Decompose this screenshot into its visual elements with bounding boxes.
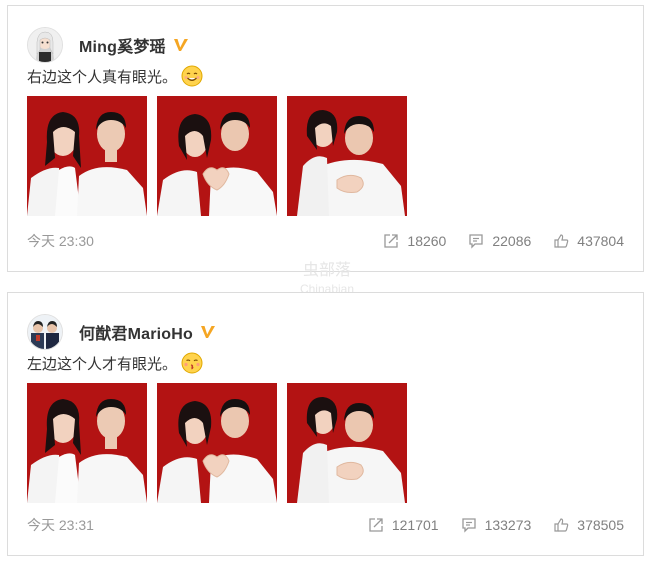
- kiss-emoji-icon: [181, 352, 203, 374]
- post-content: 左边这个人才有眼光。: [27, 352, 203, 374]
- post-text: 左边这个人才有眼光。: [27, 355, 178, 373]
- repost-count: 18260: [407, 233, 447, 249]
- like-count: 378505: [577, 517, 624, 533]
- couple-photo-2[interactable]: [157, 383, 277, 503]
- comment-count: 133273: [484, 517, 532, 533]
- repost-button[interactable]: 121701: [368, 517, 439, 533]
- like-count: 437804: [577, 233, 624, 249]
- couple-photo-1[interactable]: [27, 96, 147, 216]
- comment-count: 22086: [492, 233, 532, 249]
- post-footer: 今天 23:30 18260 22086 437804: [27, 231, 624, 251]
- photo-grid: [27, 96, 407, 216]
- weibo-post-card: Ming奚梦瑶 右边这个人真有眼光。 今天 23:30 18260 22086 …: [7, 5, 644, 272]
- post-header: Ming奚梦瑶: [27, 25, 190, 65]
- repost-button[interactable]: 18260: [383, 233, 446, 249]
- repost-icon: [369, 518, 383, 532]
- thumbs-up-icon: [554, 518, 569, 532]
- repost-count: 121701: [391, 517, 439, 533]
- comment-button[interactable]: 133273: [461, 517, 532, 533]
- couple-photo-3[interactable]: [287, 96, 407, 216]
- user-avatar[interactable]: [27, 27, 63, 63]
- user-avatar[interactable]: [27, 314, 63, 350]
- comment-icon: [469, 234, 483, 249]
- couple-photo-1[interactable]: [27, 383, 147, 503]
- username[interactable]: 何猷君MarioHo: [79, 320, 193, 344]
- like-button[interactable]: 378505: [553, 517, 624, 533]
- post-time[interactable]: 今天 23:31: [27, 515, 346, 535]
- photo-grid: [27, 383, 407, 503]
- couple-photo-2[interactable]: [157, 96, 277, 216]
- weibo-post-card: 何猷君MarioHo 左边这个人才有眼光。 今天 23:31 121701 13…: [7, 292, 644, 556]
- comment-icon: [461, 518, 476, 533]
- post-footer: 今天 23:31 121701 133273 378505: [27, 515, 624, 535]
- repost-icon: [384, 234, 399, 248]
- post-text: 右边这个人真有眼光。: [27, 68, 178, 86]
- verified-badge-icon: [201, 326, 216, 338]
- post-time[interactable]: 今天 23:30: [27, 231, 361, 251]
- post-header: 何猷君MarioHo: [27, 312, 217, 352]
- thumbs-up-icon: [554, 234, 569, 248]
- couple-photo-3[interactable]: [287, 383, 407, 503]
- like-button[interactable]: 437804: [553, 233, 624, 249]
- verified-badge-icon: [173, 39, 188, 51]
- comment-button[interactable]: 22086: [468, 233, 531, 249]
- username[interactable]: Ming奚梦瑶: [79, 33, 166, 57]
- smile-emoji-icon: [181, 65, 203, 87]
- post-content: 右边这个人真有眼光。: [27, 65, 203, 87]
